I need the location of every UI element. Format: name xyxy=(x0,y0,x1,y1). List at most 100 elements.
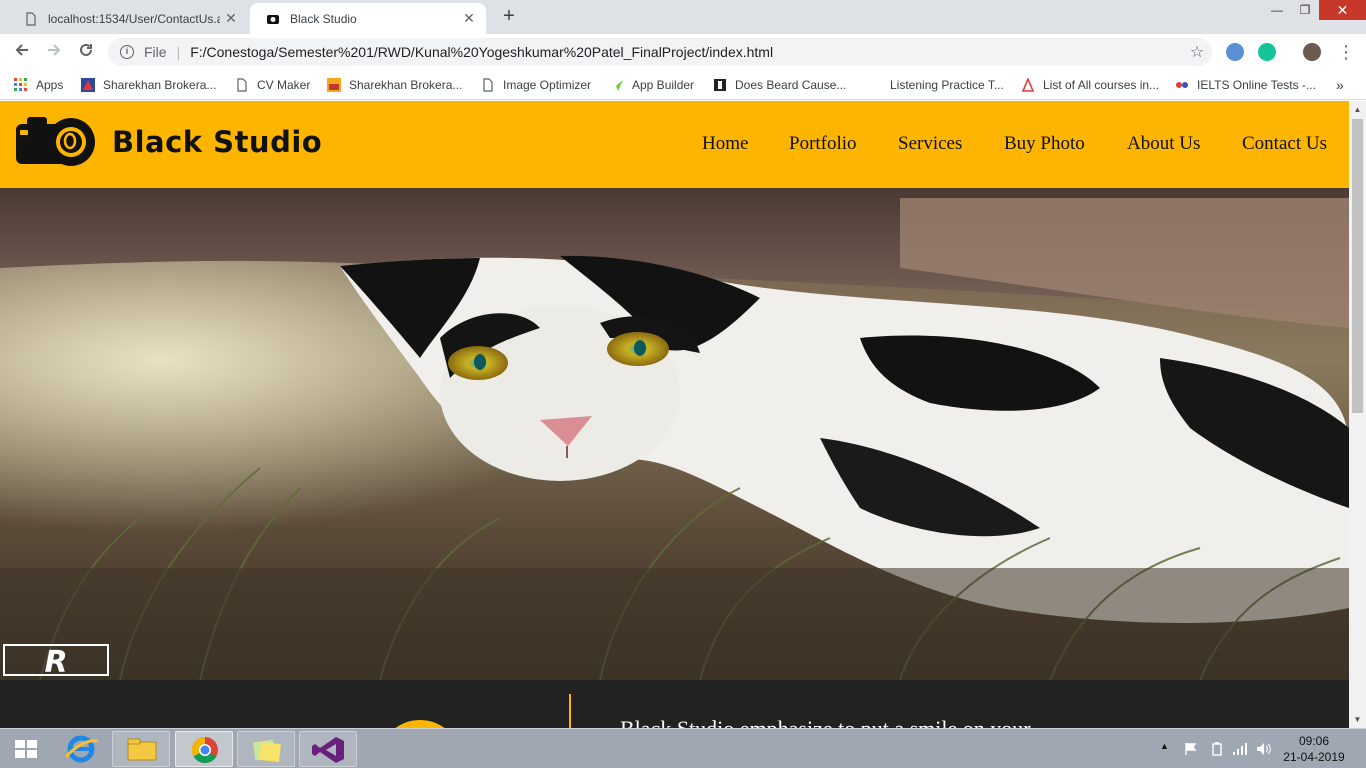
url-scheme-label: File xyxy=(144,44,167,60)
tab-title: localhost:1534/User/ContactUs.aspx xyxy=(48,11,220,26)
bookmark-courses[interactable]: List of All courses in... xyxy=(1021,76,1159,94)
windows-taskbar: ▲ 09:06 21-04-2019 xyxy=(0,728,1366,768)
bookmark-image-optimizer[interactable]: Image Optimizer xyxy=(481,76,591,94)
clock-date: 21-04-2019 xyxy=(1283,750,1345,764)
bookmark-ielts[interactable]: IELTS Online Tests -... xyxy=(1175,76,1316,94)
bookmark-beard[interactable]: Does Beard Cause... xyxy=(713,76,846,94)
start-button[interactable] xyxy=(2,731,50,767)
apps-grid-icon xyxy=(14,78,27,91)
nav-about-us[interactable]: About Us xyxy=(1127,133,1200,155)
reload-button[interactable] xyxy=(74,40,98,64)
bookmark-label: Image Optimizer xyxy=(503,78,592,92)
nav-contact-us[interactable]: Contact Us xyxy=(1242,133,1327,155)
signal-icon[interactable] xyxy=(1232,742,1248,756)
scroll-thumb[interactable] xyxy=(1352,119,1363,413)
brand-name[interactable]: Black Studio xyxy=(112,125,322,159)
nav-home[interactable]: Home xyxy=(702,133,748,155)
maximize-button[interactable]: ❐ xyxy=(1290,0,1320,20)
scroll-down-icon[interactable]: ▼ xyxy=(1349,711,1366,728)
visual-studio-icon xyxy=(312,737,344,763)
sharekhan-icon xyxy=(81,78,95,92)
bookmark-label: CV Maker xyxy=(257,78,311,92)
action-center-flag-icon[interactable] xyxy=(1184,742,1198,756)
bookmark-sharekhan-2[interactable]: Sharekhan Brokera... xyxy=(327,76,462,94)
new-tab-button[interactable]: + xyxy=(497,5,521,29)
bookmark-star-icon[interactable]: ☆ xyxy=(1182,42,1212,62)
ielts-icon xyxy=(1176,82,1188,88)
camera-logo-icon[interactable] xyxy=(15,114,99,166)
bookmark-listening-practice[interactable]: Listening Practice T... xyxy=(890,76,1004,94)
taskbar-file-explorer[interactable] xyxy=(112,731,170,767)
omnibox-divider: | xyxy=(176,44,181,60)
windows-logo-icon xyxy=(15,740,37,758)
page-icon xyxy=(26,11,36,26)
beard-icon xyxy=(714,79,726,91)
bookmark-label: Does Beard Cause... xyxy=(735,78,847,92)
sharekhan-icon xyxy=(327,78,341,92)
forward-button[interactable] xyxy=(42,40,66,64)
nav-buy-photo[interactable]: Buy Photo xyxy=(1004,133,1085,155)
sticky-notes-icon xyxy=(252,739,281,762)
intro-text: Black Studio emphasize to put a smile on… xyxy=(620,716,1031,728)
system-clock[interactable]: 09:06 21-04-2019 xyxy=(1282,733,1346,765)
clock-time: 09:06 xyxy=(1298,734,1330,748)
menu-button[interactable]: ⋮ xyxy=(1334,40,1358,64)
bookmark-label: Sharekhan Brokera... xyxy=(103,78,217,92)
bookmark-label: Apps xyxy=(36,78,64,92)
minimize-button[interactable]: — xyxy=(1262,0,1292,20)
profile-avatar[interactable] xyxy=(1303,43,1321,61)
folder-icon xyxy=(127,738,157,761)
internet-explorer-icon xyxy=(64,735,99,763)
arrow-right-icon xyxy=(48,44,61,56)
nav-services[interactable]: Services xyxy=(898,133,962,155)
camera-icon xyxy=(267,14,279,24)
scroll-up-icon[interactable]: ▲ xyxy=(1349,101,1366,118)
page-icon xyxy=(237,78,247,92)
url-text[interactable]: F:/Conestoga/Semester%201/RWD/Kunal%20Yo… xyxy=(190,44,1182,60)
info-icon[interactable]: i xyxy=(120,45,134,59)
section-divider xyxy=(569,694,571,728)
nav-portfolio[interactable]: Portfolio xyxy=(789,133,857,155)
photographer-watermark: R xyxy=(44,645,67,680)
back-button[interactable] xyxy=(10,40,34,64)
address-bar[interactable]: i File | F:/Conestoga/Semester%201/RWD/K… xyxy=(108,38,1212,66)
tab-contact-us[interactable]: localhost:1534/User/ContactUs.aspx ✕ xyxy=(8,3,248,34)
app-builder-icon xyxy=(611,80,623,91)
cat-photo: R xyxy=(0,188,1349,680)
bookmark-label: Sharekhan Brokera... xyxy=(349,78,463,92)
bookmark-label: App Builder xyxy=(632,78,695,92)
decorative-circle xyxy=(378,720,462,728)
taskbar-internet-explorer[interactable] xyxy=(52,731,110,767)
browser-tab-strip: localhost:1534/User/ContactUs.aspx ✕ Bla… xyxy=(0,0,1366,34)
chrome-icon xyxy=(191,736,218,764)
web-page: Black Studio Home Portfolio Services Buy… xyxy=(0,101,1349,728)
tray-overflow-icon[interactable]: ▲ xyxy=(1160,741,1169,751)
taskbar-visual-studio[interactable] xyxy=(299,731,357,767)
bookmarks-bar: Apps Sharekhan Brokera... CV Maker Share… xyxy=(0,70,1366,100)
taskbar-chrome[interactable] xyxy=(175,731,233,767)
reload-icon xyxy=(80,43,92,56)
courses-icon xyxy=(1021,78,1035,92)
bookmark-label: Listening Practice T... xyxy=(890,78,1004,92)
bookmarks-overflow-button[interactable]: » xyxy=(1336,76,1344,94)
close-window-button[interactable]: ✕ xyxy=(1319,0,1366,20)
bookmark-label: IELTS Online Tests -... xyxy=(1197,78,1316,92)
page-icon xyxy=(483,78,493,92)
bookmark-apps[interactable]: Apps xyxy=(14,76,63,94)
extension-icon[interactable] xyxy=(1226,43,1244,61)
battery-icon[interactable] xyxy=(1211,742,1223,756)
volume-icon[interactable] xyxy=(1256,742,1272,756)
grammarly-icon[interactable] xyxy=(1258,43,1276,61)
tab-close-icon[interactable]: ✕ xyxy=(220,10,242,27)
browser-toolbar: i File | F:/Conestoga/Semester%201/RWD/K… xyxy=(0,34,1366,70)
hero-banner-image: R xyxy=(0,188,1349,680)
bookmark-app-builder[interactable]: App Builder xyxy=(610,76,694,94)
bookmark-sharekhan-1[interactable]: Sharekhan Brokera... xyxy=(81,76,216,94)
page-scrollbar[interactable]: ▲ ▼ xyxy=(1349,101,1366,728)
tab-close-icon[interactable]: ✕ xyxy=(458,10,480,27)
tab-title: Black Studio xyxy=(290,11,357,26)
bookmark-cv-maker[interactable]: CV Maker xyxy=(235,76,310,94)
site-header: Black Studio Home Portfolio Services Buy… xyxy=(0,101,1349,188)
tab-black-studio[interactable]: Black Studio ✕ xyxy=(250,3,486,34)
taskbar-sticky-notes[interactable] xyxy=(237,731,295,767)
